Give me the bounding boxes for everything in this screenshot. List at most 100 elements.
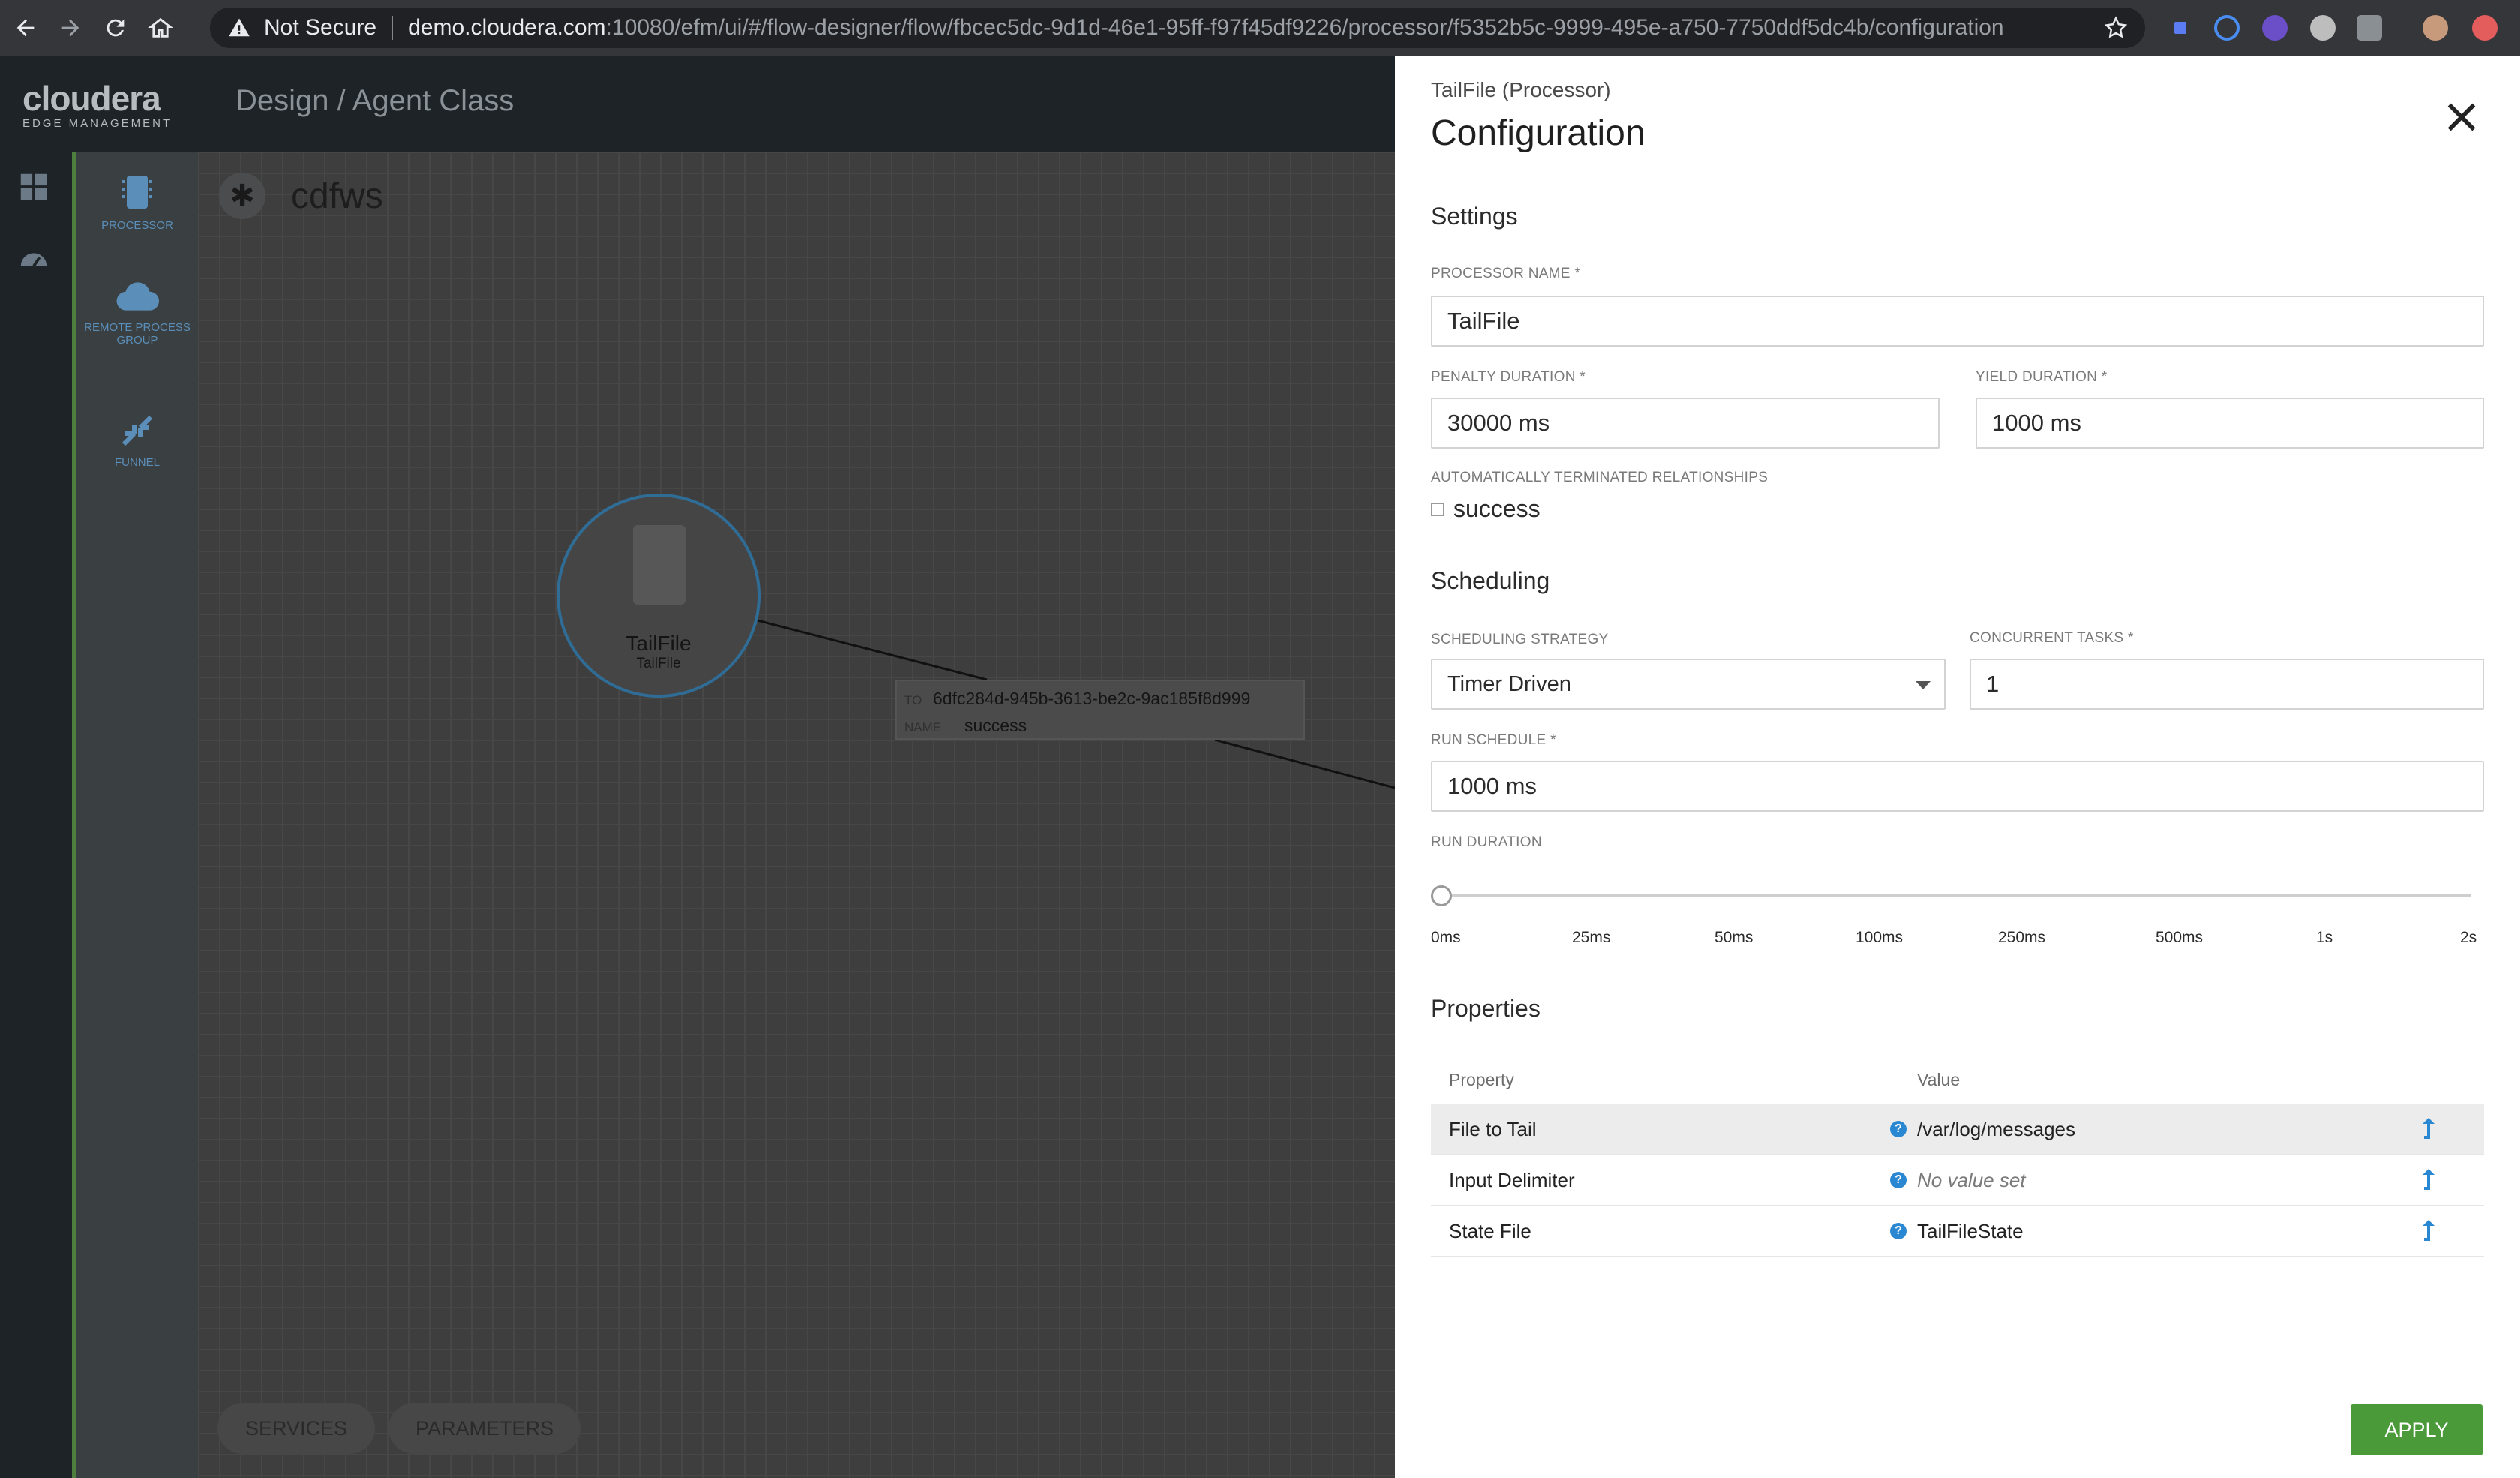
gauge-icon[interactable] [16,242,51,276]
extension-red-icon[interactable] [2472,15,2498,41]
forward-button[interactable] [51,8,90,47]
help-icon[interactable]: ? [1890,1223,1906,1239]
property-row[interactable]: File to Tail ? /var/log/messages [1431,1104,2484,1155]
property-column-header: Property [1449,1070,1514,1089]
edit-arrow-icon[interactable] [2421,1167,2439,1191]
property-row[interactable]: State File ? TailFileState [1431,1206,2484,1257]
extension-circle-icon[interactable] [2214,15,2240,41]
configuration-panel: TailFile (Processor) Configuration Setti… [1395,56,2520,1478]
app-header [0,56,1395,152]
settings-heading: Settings [1431,203,1518,230]
properties-heading: Properties [1431,995,1540,1022]
scheduling-strategy-value: Timer Driven [1448,672,1571,696]
processor-name-label: PROCESSOR NAME * [1431,266,1581,281]
run-schedule-label: RUN SCHEDULE * [1431,732,1556,748]
services-button[interactable]: SERVICES [218,1403,375,1454]
processor-chip-icon [633,525,686,605]
palette-label: PROCESSOR [101,219,173,232]
help-icon[interactable]: ? [1890,1172,1906,1188]
url-host: demo.cloudera.com [408,15,606,40]
property-name: Input Delimiter [1449,1169,1575,1191]
property-name: File to Tail [1449,1118,1537,1140]
connection-to-value: 6dfc284d-945b-3613-be2c-9ac185f8d999 [933,689,1251,708]
flow-canvas[interactable] [198,152,1395,1478]
flow-asterisk-icon[interactable]: ✱ [219,173,266,219]
address-separator [392,16,394,40]
apply-button[interactable]: APPLY [2350,1404,2482,1455]
reload-icon [106,19,124,37]
edit-arrow-icon[interactable] [2421,1116,2439,1140]
security-label: Not Secure [264,15,377,40]
panel-title: Configuration [1431,113,1646,153]
connection-name-key: NAME [904,720,942,734]
extension-cast-icon[interactable] [2356,15,2382,41]
property-value[interactable]: TailFileState [1917,1220,2024,1243]
property-name: State File [1449,1220,1532,1242]
property-value[interactable]: No value set [1917,1169,2026,1192]
property-row[interactable]: Input Delimiter ? No value set [1431,1155,2484,1206]
processor-node-name: TailFile [626,632,692,655]
flow-name: cdfws [291,176,383,216]
scheduling-strategy-label: SCHEDULING STRATEGY [1431,632,1609,647]
browser-toolbar: Not Secure demo.cloudera.com:10080/efm/u… [0,0,2520,56]
arrow-right-icon [62,19,80,37]
concurrent-tasks-label: CONCURRENT TASKS * [1970,630,2134,646]
run-duration-tick: 2s [2460,929,2477,946]
palette-label: REMOTE PROCESS GROUP [84,321,190,347]
palette-remote-process-group[interactable]: REMOTE PROCESS GROUP [76,279,198,347]
profile-avatar[interactable] [2422,15,2448,41]
url-path: :10080/efm/ui/#/flow-designer/flow/fbcec… [605,15,2004,40]
home-icon [148,17,173,38]
dashboard-grid-icon[interactable] [16,170,51,204]
connection-to-key: TO [904,693,922,707]
edit-arrow-icon[interactable] [2421,1218,2439,1242]
address-bar[interactable]: Not Secure demo.cloudera.com:10080/efm/u… [210,8,2145,48]
penalty-duration-label: PENALTY DURATION * [1431,369,1586,385]
panel-subtitle: TailFile (Processor) [1431,78,1611,101]
run-duration-tick: 250ms [1998,929,2046,946]
connection-label[interactable]: TO 6dfc284d-945b-3613-be2c-9ac185f8d999 N… [896,680,1305,740]
concurrent-tasks-input[interactable]: 1 [1970,659,2484,710]
connection-name-value: success [964,716,1028,735]
yield-duration-label: YIELD DURATION * [1976,369,2108,385]
property-value[interactable]: /var/log/messages [1917,1118,2075,1141]
run-schedule-input[interactable]: 1000 ms [1431,761,2484,812]
processor-node-type: TailFile [636,656,681,671]
success-checkbox-label[interactable]: success [1454,495,1540,523]
run-duration-slider-track[interactable] [1442,894,2470,897]
nav-rail [0,152,72,1478]
processor-icon [122,176,152,209]
processor-name-input[interactable]: TailFile [1431,296,2484,347]
run-duration-tick: 1s [2316,929,2333,946]
logo-subtext: EDGE MANAGEMENT [22,117,172,130]
extension-purple-icon[interactable] [2262,15,2288,41]
logo-text: cloudera [22,79,161,118]
cloud-icon [116,282,159,311]
scheduling-strategy-select[interactable]: Timer Driven [1431,659,1946,710]
back-button[interactable] [6,8,45,47]
run-duration-tick: 500ms [2156,929,2204,946]
run-duration-tick: 0ms [1431,929,1461,946]
auto-terminated-label: AUTOMATICALLY TERMINATED RELATIONSHIPS [1431,470,1768,485]
breadcrumb: Design / Agent Class [236,84,514,117]
help-icon[interactable]: ? [1890,1121,1906,1137]
warning-icon [229,18,250,37]
yield-duration-input[interactable]: 1000 ms [1976,398,2484,449]
processor-node[interactable]: TailFile TailFile [556,494,760,698]
close-icon[interactable] [2440,96,2482,138]
run-duration-slider-thumb[interactable] [1431,885,1452,906]
success-checkbox[interactable] [1431,503,1444,516]
extension-icon[interactable] [2168,15,2193,41]
extension-gray-icon[interactable] [2310,15,2336,41]
run-duration-tick: 50ms [1714,929,1754,946]
cloudera-logo[interactable]: cloudera EDGE MANAGEMENT [22,81,172,130]
parameters-button[interactable]: PARAMETERS [388,1403,580,1454]
bookmark-star-icon[interactable] [2103,15,2128,41]
penalty-duration-input[interactable]: 30000 ms [1431,398,1940,449]
run-duration-tick: 100ms [1856,929,1904,946]
funnel-icon [122,415,153,446]
reload-button[interactable] [96,8,135,47]
palette-funnel[interactable]: FUNNEL [76,413,198,469]
palette-processor[interactable]: PROCESSOR [76,173,198,232]
home-button[interactable] [141,8,180,47]
